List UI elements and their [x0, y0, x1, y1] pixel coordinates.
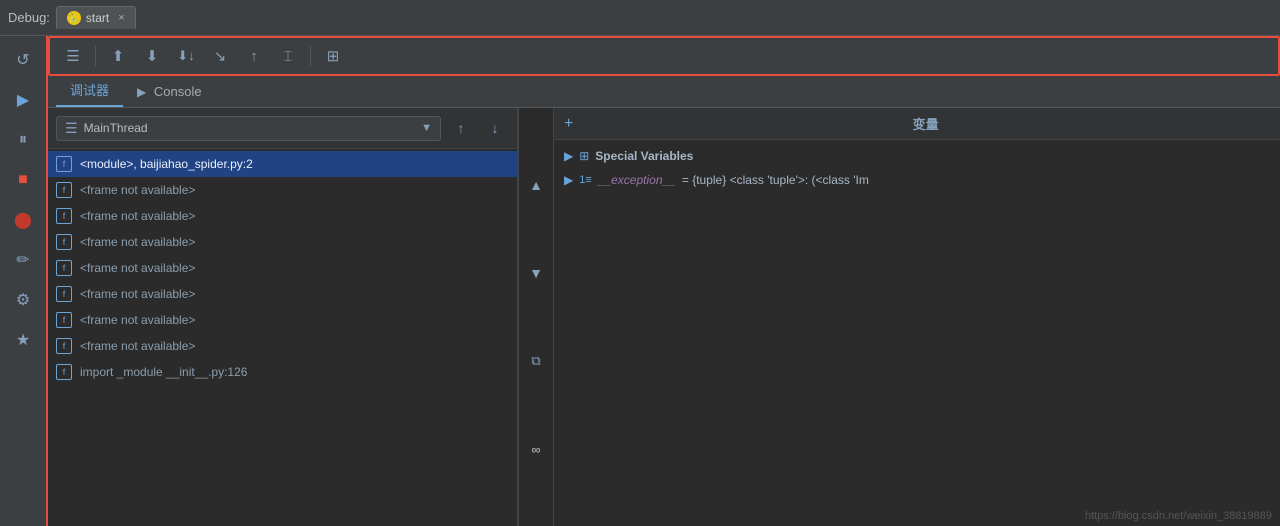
variables-list: ▶ ⊞ Special Variables ▶ 1≡ __exception__… — [554, 140, 1280, 526]
frame-icon: f — [56, 156, 72, 172]
frame-icon: f — [56, 182, 72, 198]
frames-toolbar: ☰ MainThread ▼ ↑ ↓ — [48, 108, 517, 149]
stop-icon[interactable]: ■ — [5, 162, 41, 198]
frame-item[interactable]: f <module>, baijiahao_spider.py:2 — [48, 151, 517, 177]
frames-down-button[interactable]: ↓ — [481, 114, 509, 142]
add-button[interactable]: + — [564, 115, 573, 133]
frame-label: <frame not available> — [80, 287, 195, 301]
settings-icon[interactable]: ⚙ — [5, 282, 41, 318]
frame-label: <module>, baijiahao_spider.py:2 — [80, 157, 253, 171]
frame-icon: f — [56, 338, 72, 354]
scroll-up-button[interactable]: ▲ — [522, 171, 550, 199]
tab-name: start — [86, 11, 109, 25]
frame-label: <frame not available> — [80, 183, 195, 197]
frame-label: import _module __init__.py:126 — [80, 365, 247, 379]
watch-button[interactable]: ∞ — [522, 435, 550, 463]
thread-name: MainThread — [84, 121, 148, 135]
var-value: = {tuple} <class 'tuple'>: (<class 'Im — [682, 173, 869, 187]
var-group-icon: ⊞ — [579, 149, 589, 163]
step-down-button[interactable]: ↘ — [205, 42, 235, 70]
frame-icon: f — [56, 260, 72, 276]
var-name: __exception__ — [598, 173, 676, 187]
variables-header: + 变量 — [554, 108, 1280, 140]
chevron-down-icon: ▼ — [421, 122, 432, 134]
sub-tabs: 调试器 ▶ Console — [48, 76, 1280, 108]
sidebar: ↺ ▶ ⏸ ■ ⬤ ✏ ⚙ ★ — [0, 36, 48, 526]
thread-selector[interactable]: ☰ MainThread ▼ — [56, 116, 441, 141]
frame-label: <frame not available> — [80, 339, 195, 353]
special-vars-label: Special Variables — [595, 149, 693, 163]
copy-button[interactable]: ⧉ — [522, 347, 550, 375]
edit-icon[interactable]: ✏ — [5, 242, 41, 278]
var-item-exception[interactable]: ▶ 1≡ __exception__ = {tuple} <class 'tup… — [554, 168, 1280, 192]
scroll-down-button[interactable]: ▼ — [522, 259, 550, 287]
variables-title: 变量 — [581, 114, 1270, 133]
frame-item[interactable]: f <frame not available> — [48, 281, 517, 307]
sep1 — [95, 46, 96, 66]
main-layout: ↺ ▶ ⏸ ■ ⬤ ✏ ⚙ ★ ☰ ⬆ ⬇ ⬇↓ ↘ ↑ ⌶ ⊞ 调试器 — [0, 36, 1280, 526]
start-tab[interactable]: 🐍 start × — [56, 6, 136, 29]
expand-icon[interactable]: ▶ — [564, 173, 573, 187]
tab-console[interactable]: ▶ Console — [123, 78, 216, 107]
step-over-button[interactable]: ⬆ — [103, 42, 133, 70]
frame-item[interactable]: f <frame not available> — [48, 255, 517, 281]
frames-list: f <module>, baijiahao_spider.py:2 f <fra… — [48, 149, 517, 526]
tab-bar: Debug: 🐍 start × — [0, 0, 1280, 36]
frame-item[interactable]: f <frame not available> — [48, 333, 517, 359]
debug-run-icon[interactable]: ⬤ — [5, 202, 41, 238]
step-over-sidebar-icon[interactable]: ▶ — [5, 82, 41, 118]
frame-item[interactable]: f <frame not available> — [48, 177, 517, 203]
frame-label: <frame not available> — [80, 235, 195, 249]
frame-label: <frame not available> — [80, 261, 195, 275]
var-group-special[interactable]: ▶ ⊞ Special Variables — [554, 144, 1280, 168]
frame-item[interactable]: f import _module __init__.py:126 — [48, 359, 517, 385]
frame-item[interactable]: f <frame not available> — [48, 307, 517, 333]
var-type-icon: 1≡ — [579, 174, 592, 186]
frame-icon: f — [56, 208, 72, 224]
frame-item[interactable]: f <frame not available> — [48, 229, 517, 255]
content-area: ☰ ⬆ ⬇ ⬇↓ ↘ ↑ ⌶ ⊞ 调试器 ▶ Console — [48, 36, 1280, 526]
hamburger-button[interactable]: ☰ — [58, 42, 88, 70]
step-out-button[interactable]: ⬇↓ — [171, 42, 201, 70]
frame-item[interactable]: f <frame not available> — [48, 203, 517, 229]
menu-icon: ☰ — [65, 120, 78, 137]
python-icon: 🐍 — [67, 11, 81, 25]
tab-debugger[interactable]: 调试器 — [56, 74, 123, 107]
frame-icon: f — [56, 364, 72, 380]
cursor-button[interactable]: ⌶ — [273, 42, 303, 70]
pin-icon[interactable]: ★ — [5, 322, 41, 358]
step-into-button[interactable]: ⬇ — [137, 42, 167, 70]
frames-panel: ☰ MainThread ▼ ↑ ↓ f <module>, baijiahao… — [48, 108, 518, 526]
sep2 — [310, 46, 311, 66]
debug-label: Debug: — [8, 10, 50, 25]
resume-icon[interactable]: ↺ — [5, 42, 41, 78]
frame-icon: f — [56, 234, 72, 250]
step-up-button[interactable]: ↑ — [239, 42, 269, 70]
url-bar: https://blog.csdn.net/weixin_38819889 — [1085, 510, 1272, 522]
expand-icon[interactable]: ▶ — [564, 149, 573, 163]
debug-toolbar: ☰ ⬆ ⬇ ⬇↓ ↘ ↑ ⌶ ⊞ — [48, 36, 1280, 76]
tab-close-button[interactable]: × — [118, 12, 124, 24]
frames-up-button[interactable]: ↑ — [447, 114, 475, 142]
pause-icon[interactable]: ⏸ — [5, 122, 41, 158]
variables-panel: + 变量 ▶ ⊞ Special Variables ▶ 1≡ __except… — [554, 108, 1280, 526]
frame-label: <frame not available> — [80, 209, 195, 223]
table-button[interactable]: ⊞ — [318, 42, 348, 70]
frame-label: <frame not available> — [80, 313, 195, 327]
panel-area: ☰ MainThread ▼ ↑ ↓ f <module>, baijiahao… — [48, 108, 1280, 526]
scroll-arrows: ▲ ▼ ⧉ ∞ — [518, 108, 554, 526]
frame-icon: f — [56, 312, 72, 328]
frame-icon: f — [56, 286, 72, 302]
